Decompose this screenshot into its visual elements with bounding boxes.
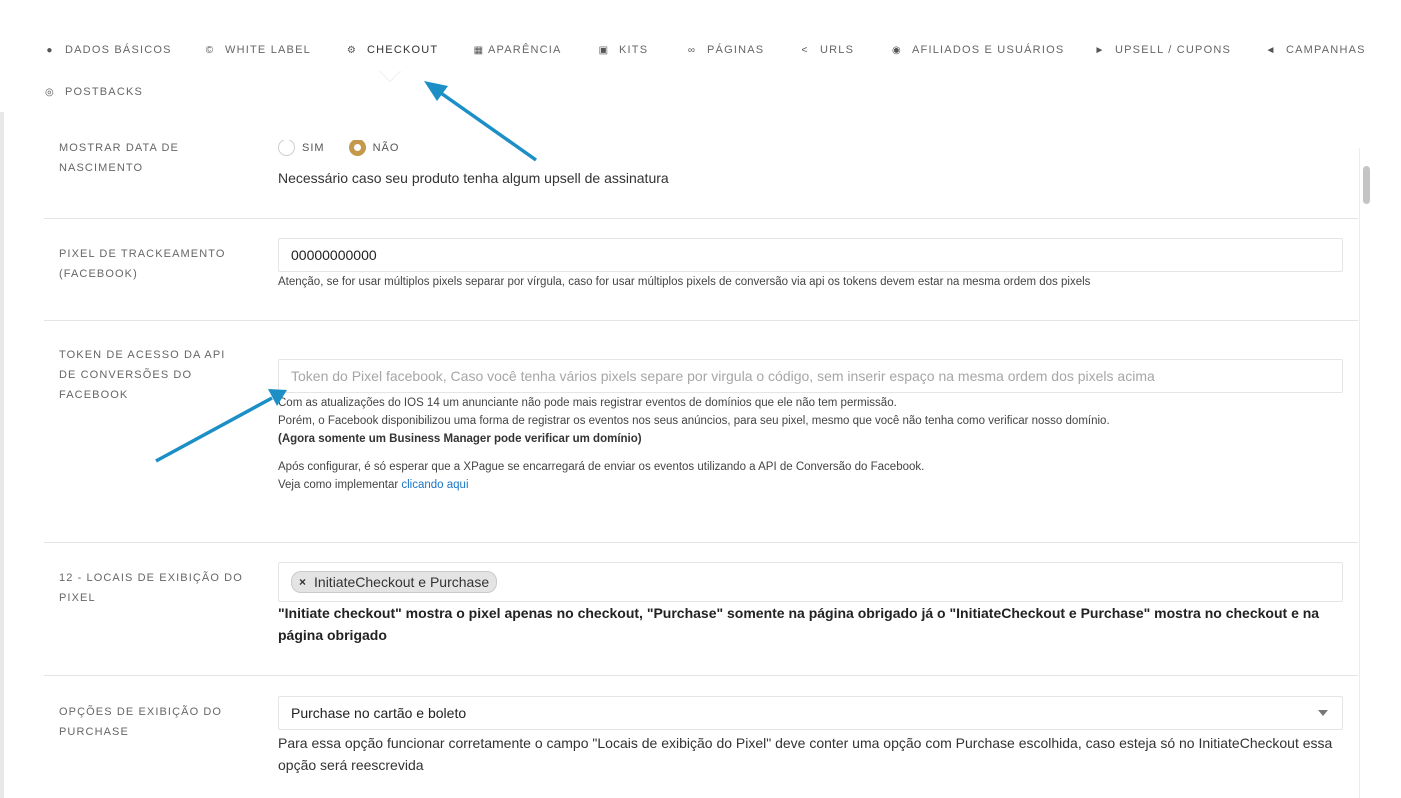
- tab-postbacks[interactable]: ◎ POSTBACKS: [44, 86, 143, 98]
- chip-label: InitiateCheckout e Purchase: [314, 574, 490, 590]
- pixel-row: PIXEL DE TRACKEAMENTO (FACEBOOK) 0000000…: [44, 219, 1358, 321]
- purchase-options-row: OPÇÕES DE EXIBIÇÃO DO PURCHASE Purchase …: [44, 676, 1358, 798]
- selected-chip: × InitiateCheckout e Purchase: [291, 571, 498, 593]
- purchase-options-select[interactable]: Purchase no cartão e boleto: [278, 696, 1343, 730]
- tab-label: DADOS BÁSICOS: [65, 44, 172, 56]
- tab-white-label[interactable]: © WHITE LABEL: [204, 44, 311, 56]
- birthdate-label: MOSTRAR DATA DE NASCIMENTO: [59, 142, 179, 174]
- pixel-input[interactable]: 00000000000: [278, 238, 1343, 272]
- radio-nao-label: NÃO: [372, 141, 400, 154]
- token-help-facebook: Porém, o Facebook disponibilizou uma for…: [278, 415, 1110, 427]
- token-help-how: Veja como implementar: [278, 479, 402, 491]
- active-tab-caret: [379, 71, 401, 82]
- purchase-options-label: OPÇÕES DE EXIBIÇÃO DO PURCHASE: [59, 706, 223, 738]
- token-control: Token do Pixel facebook, Caso você tenha…: [278, 359, 1343, 494]
- tab-label: POSTBACKS: [65, 86, 144, 98]
- tab-label: CAMPANHAS: [1286, 44, 1366, 56]
- purchase-options-control: Purchase no cartão e boleto Para essa op…: [278, 696, 1343, 776]
- purchase-options-help: Para essa opção funcionar corretamente o…: [278, 735, 1333, 773]
- tab-afiliados[interactable]: ◉ AFILIADOS E USUÁRIOS: [891, 44, 1064, 56]
- radio-sim-label: SIM: [302, 141, 325, 154]
- tab-paginas[interactable]: ∞ PÁGINAS: [686, 44, 764, 56]
- pixel-locations-label: 12 - LOCAIS DE EXIBIÇÃO DO PIXEL: [59, 572, 243, 604]
- pixel-locations-control: × InitiateCheckout e Purchase "Initiate …: [278, 562, 1343, 646]
- link-icon: ∞: [687, 44, 697, 56]
- implementation-link[interactable]: clicando aqui: [401, 479, 468, 491]
- chevron-down-icon: [1318, 710, 1328, 716]
- radio-nao[interactable]: [348, 140, 366, 157]
- token-input[interactable]: Token do Pixel facebook, Caso você tenha…: [278, 359, 1343, 393]
- eye-icon: ◉: [892, 44, 902, 56]
- pixel-locations-row: 12 - LOCAIS DE EXIBIÇÃO DO PIXEL × Initi…: [44, 543, 1358, 676]
- birthdate-radios: SIM NÃO: [278, 140, 1343, 157]
- megaphone-icon: ◄: [1265, 44, 1277, 56]
- content-scrollbar[interactable]: [1359, 148, 1373, 798]
- pixel-control: 00000000000 Atenção, se for usar múltipl…: [278, 238, 1343, 291]
- share-icon: <: [801, 44, 809, 56]
- palette-icon: ▦: [473, 44, 485, 56]
- pixel-label: PIXEL DE TRACKEAMENTO (FACEBOOK): [59, 248, 226, 280]
- tab-dados-basicos[interactable]: ● DADOS BÁSICOS: [44, 44, 172, 56]
- token-label: TOKEN DE ACESSO DA API DE CONVERSÕES DO …: [59, 349, 226, 401]
- pixel-help: Atenção, se for usar múltiplos pixels se…: [278, 276, 1091, 288]
- cart-icon: ▣: [598, 44, 610, 56]
- birthdate-help: Necessário caso seu produto tenha algum …: [278, 170, 669, 186]
- gear-icon: ⚙: [346, 44, 358, 56]
- copyright-icon: ©: [205, 44, 215, 56]
- window-edge: [0, 0, 4, 798]
- tab-label: WHITE LABEL: [225, 44, 311, 56]
- tab-label: KITS: [619, 44, 649, 56]
- birthdate-row: MOSTRAR DATA DE NASCIMENTO SIM NÃO Necess…: [44, 140, 1358, 219]
- tab-kits[interactable]: ▣ KITS: [598, 44, 648, 56]
- tab-label: PÁGINAS: [707, 44, 765, 56]
- tab-checkout[interactable]: ⚙ CHECKOUT: [346, 44, 438, 56]
- tab-label: APARÊNCIA: [488, 44, 562, 56]
- tab-campanhas[interactable]: ◄ CAMPANHAS: [1265, 44, 1366, 56]
- token-help-xpague: Após configurar, é só esperar que a XPag…: [278, 461, 925, 473]
- tab-upsell[interactable]: ► UPSELL / CUPONS: [1094, 44, 1231, 56]
- pixel-locations-select[interactable]: × InitiateCheckout e Purchase: [278, 562, 1343, 602]
- remove-chip-icon[interactable]: ×: [299, 575, 306, 589]
- tag-icon: ►: [1094, 44, 1106, 56]
- purchase-options-value: Purchase no cartão e boleto: [291, 705, 467, 721]
- token-help-bm: (Agora somente um Business Manager pode …: [278, 433, 642, 445]
- tab-label: URLS: [820, 44, 855, 56]
- radio-sim[interactable]: [278, 140, 295, 157]
- scrollbar-thumb[interactable]: [1363, 166, 1370, 204]
- tab-urls[interactable]: < URLS: [799, 44, 854, 56]
- tab-label: UPSELL / CUPONS: [1115, 44, 1232, 56]
- checkout-settings-form: MOSTRAR DATA DE NASCIMENTO SIM NÃO Necess…: [44, 140, 1358, 798]
- tab-aparencia[interactable]: ▦ APARÊNCIA: [473, 44, 562, 56]
- token-row: TOKEN DE ACESSO DA API DE CONVERSÕES DO …: [44, 321, 1358, 543]
- info-icon: ●: [46, 44, 54, 56]
- pixel-locations-help: "Initiate checkout" mostra o pixel apena…: [278, 605, 1320, 643]
- tab-label: CHECKOUT: [367, 44, 439, 56]
- token-help-ios: Com as atualizações do IOS 14 um anuncia…: [278, 397, 897, 409]
- settings-tabs: ● DADOS BÁSICOS © WHITE LABEL ⚙ CHECKOUT…: [0, 0, 1401, 112]
- tab-label: AFILIADOS E USUÁRIOS: [912, 44, 1065, 56]
- globe-icon: ◎: [45, 86, 55, 98]
